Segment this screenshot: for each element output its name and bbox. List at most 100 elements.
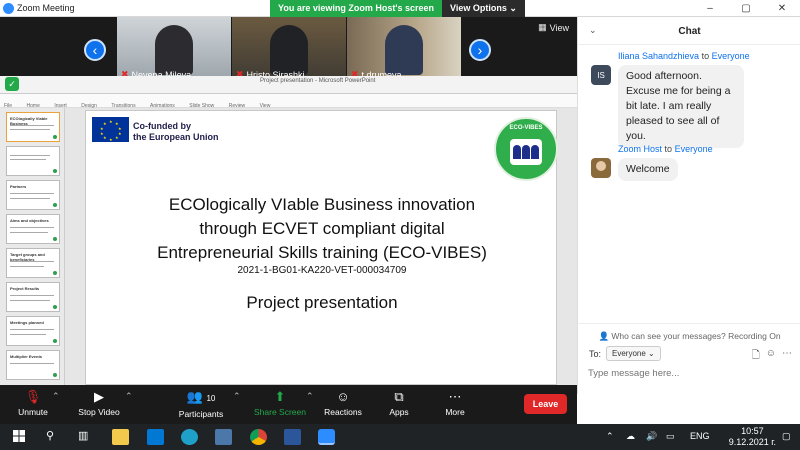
- chat-message-input[interactable]: [588, 368, 788, 379]
- participant-tile[interactable]: ✖ t.drumeva: [347, 17, 461, 82]
- file-explorer-icon[interactable]: [112, 429, 129, 445]
- volume-icon[interactable]: 🔊: [646, 431, 657, 442]
- powerpoint-ribbon: File Home Insert Design Transitions Anim…: [0, 94, 577, 109]
- slide-thumbnail: ECOlogically Viable Business: [6, 112, 60, 142]
- zoom-app-icon: [3, 3, 14, 14]
- task-view-icon[interactable]: ▥: [78, 429, 95, 445]
- message-sender[interactable]: Iliana Sahandzhieva: [618, 51, 699, 61]
- chevron-up-icon[interactable]: ⌃: [52, 391, 60, 402]
- to-label: To:: [589, 348, 602, 359]
- view-options-button[interactable]: View Options ⌄: [442, 0, 525, 17]
- search-icon[interactable]: ⚲: [46, 429, 63, 445]
- apps-icon: ⧉: [394, 389, 404, 404]
- avatar: [591, 158, 611, 178]
- calculator-icon[interactable]: [215, 429, 232, 445]
- system-clock[interactable]: 10:57 9.12.2021 г.: [729, 426, 776, 448]
- maximize-button[interactable]: ▢: [728, 0, 764, 17]
- slide-subtitle: Project presentation: [246, 293, 398, 312]
- slide-title: ECOlogically VIable Business innovation …: [157, 195, 487, 262]
- chevron-up-icon[interactable]: ⌃: [306, 391, 314, 402]
- chat-title: Chat: [678, 26, 701, 37]
- slide-thumbnail: Project Results: [6, 282, 60, 312]
- slide-thumbnail: Aims and objectives: [6, 214, 60, 244]
- eu-flag-icon: ★ ★ ★ ★ ★ ★ ★ ★ ★ ★: [92, 117, 129, 142]
- share-status-icon[interactable]: ✓: [5, 77, 19, 91]
- recording-notice[interactable]: 👤 Who can see your messages? Recording O…: [578, 323, 800, 342]
- emoji-icon[interactable]: ☺: [766, 348, 776, 365]
- chevron-down-icon: ⌄: [648, 349, 655, 358]
- previous-page-button[interactable]: ‹: [84, 39, 106, 61]
- chat-header: ⌄ Chat: [578, 17, 800, 45]
- next-page-button[interactable]: ›: [469, 39, 491, 61]
- chevron-up-icon[interactable]: ⌃: [125, 391, 133, 402]
- chat-message: Good afternoon. Excuse me for being a bi…: [618, 65, 744, 148]
- recipient-row: To: Everyone ⌄: [589, 346, 661, 361]
- message-recipient: Everyone: [674, 144, 713, 154]
- recipient-select[interactable]: Everyone ⌄: [606, 346, 661, 361]
- participant-video: [270, 25, 308, 75]
- minimize-button[interactable]: –: [692, 0, 728, 17]
- edge-browser-icon[interactable]: [181, 429, 198, 445]
- chat-message: Welcome: [618, 158, 678, 181]
- chevron-up-icon[interactable]: ⌃: [606, 431, 614, 442]
- participant-tile[interactable]: ✖ Hristo Sirashki: [232, 17, 346, 82]
- participant-tile[interactable]: ✖ Nevena Mileva: [117, 17, 231, 82]
- slide-thumbnail: Partners: [6, 180, 60, 210]
- apps-button[interactable]: ⧉ Apps: [384, 387, 414, 417]
- chat-footer: [577, 394, 800, 424]
- slide-thumbnail: Target groups and beneficiaries: [6, 248, 60, 278]
- powerpoint-window-title: Project presentation - Microsoft PowerPo…: [260, 78, 376, 84]
- language-indicator[interactable]: ENG: [690, 431, 710, 441]
- unmute-button[interactable]: 🎙 Unmute: [13, 387, 53, 417]
- chat-actions: 🗋 ☺ ⋯: [752, 348, 792, 365]
- participant-video: [155, 25, 193, 75]
- more-icon[interactable]: ⋯: [782, 348, 792, 365]
- close-button[interactable]: ✕: [764, 0, 800, 17]
- window-title: Zoom Meeting: [17, 3, 75, 13]
- zoom-taskbar-icon[interactable]: [318, 429, 335, 445]
- network-icon[interactable]: ☁: [626, 431, 635, 442]
- windows-taskbar: ⚲ ▥ ⌃ ☁ 🔊 ▭ ENG 10:57 9.12.2021 г. ▢: [0, 424, 800, 450]
- viewing-status: You are viewing Zoom Host's screen: [270, 0, 443, 17]
- chat-panel: ⌄ Chat Iliana Sahandzhieva to Everyone I…: [577, 17, 800, 394]
- view-button[interactable]: ▦ View: [538, 22, 569, 33]
- viewing-banner: You are viewing Zoom Host's screen View …: [270, 0, 525, 17]
- chrome-icon[interactable]: [250, 429, 267, 445]
- current-slide: ★ ★ ★ ★ ★ ★ ★ ★ ★ ★ Co-funded by the Eur…: [85, 110, 558, 385]
- participants-icon: 👥 10: [186, 389, 216, 404]
- share-screen-button[interactable]: ⬆ Share Screen: [253, 387, 307, 417]
- leave-button[interactable]: Leave: [524, 394, 567, 414]
- project-code: 2021-1-BG01-KA220-VET-000034709: [237, 265, 407, 276]
- shared-screen[interactable]: Project presentation - Microsoft PowerPo…: [0, 76, 577, 385]
- eu-funding-label: Co-funded by the European Union: [133, 121, 219, 142]
- chevron-up-icon[interactable]: ⌃: [233, 391, 241, 402]
- view-button-label: View: [549, 22, 569, 33]
- more-button[interactable]: ⋯ More: [440, 387, 470, 417]
- file-icon[interactable]: 🗋: [752, 348, 760, 365]
- notifications-icon[interactable]: ▢: [782, 431, 791, 442]
- chevron-left-icon: ‹: [92, 42, 98, 58]
- slide-thumbnail: Multiplier Events: [6, 350, 60, 380]
- chevron-right-icon: ›: [477, 42, 483, 58]
- slide-thumbnail: Meetings planned: [6, 316, 60, 346]
- emoji-plus-icon: ☺: [336, 389, 350, 404]
- muted-mic-icon: 🎙: [24, 389, 42, 404]
- battery-icon[interactable]: ▭: [666, 431, 675, 442]
- reactions-button[interactable]: ☺ Reactions: [322, 387, 364, 417]
- mail-icon[interactable]: [147, 429, 164, 445]
- meeting-toolbar: 🎙 Unmute ⌃ ▶ Stop Video ⌃ 👥 10 Participa…: [0, 385, 577, 424]
- slide-canvas: ★ ★ ★ ★ ★ ★ ★ ★ ★ ★ Co-funded by the Eur…: [65, 108, 577, 385]
- participants-button[interactable]: 👥 10 Participants: [175, 387, 227, 419]
- slide-thumbnail: [6, 146, 60, 176]
- word-icon[interactable]: [284, 429, 301, 445]
- participant-video: [385, 25, 423, 75]
- video-camera-icon: ▶: [94, 389, 104, 404]
- message-header: Iliana Sahandzhieva to Everyone: [618, 51, 750, 61]
- share-screen-icon: ⬆: [274, 389, 286, 404]
- stop-video-button[interactable]: ▶ Stop Video: [74, 387, 124, 417]
- slide-thumbnails: ECOlogically Viable Business Partners Ai…: [0, 108, 65, 385]
- message-recipient: Everyone: [711, 51, 750, 61]
- windows-start-icon[interactable]: [13, 429, 30, 445]
- message-sender[interactable]: Zoom Host: [618, 144, 662, 154]
- eco-vibes-logo: ECO-VIBES: [494, 117, 558, 181]
